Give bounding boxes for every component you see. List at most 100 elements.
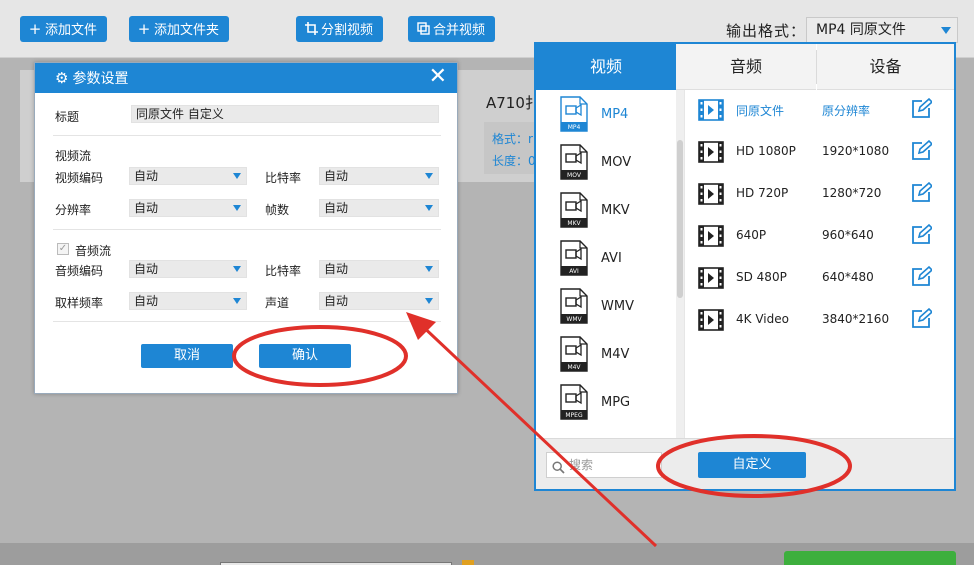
video-file-icon: MPEG xyxy=(560,384,588,420)
output-format-select[interactable]: MP4 同原文件 xyxy=(806,17,958,43)
preset-row[interactable]: 4K Video 3840*2160 xyxy=(698,307,938,333)
split-video-button[interactable]: 分割视频 xyxy=(296,16,384,42)
resolution-value: 自动 xyxy=(134,201,159,215)
dropdown-arrow-icon xyxy=(425,298,433,304)
format-item[interactable]: WMV WMV xyxy=(536,284,676,332)
divider xyxy=(684,90,685,438)
preset-row[interactable]: HD 1080P 1920*1080 xyxy=(698,139,938,165)
divider xyxy=(53,135,441,136)
film-icon xyxy=(698,141,724,163)
audio-bitrate-value: 自动 xyxy=(324,262,349,276)
convert-button[interactable] xyxy=(784,551,956,565)
video-bitrate-select[interactable]: 自动 xyxy=(319,167,439,185)
format-label: MOV xyxy=(601,155,632,170)
search-input[interactable]: 搜索 xyxy=(546,452,662,478)
audio-bitrate-select[interactable]: 自动 xyxy=(319,260,439,278)
title-input[interactable]: 同原文件 自定义 xyxy=(131,105,439,123)
merge-icon xyxy=(416,16,430,42)
edit-icon[interactable] xyxy=(910,266,932,288)
preset-row[interactable]: 640P 960*640 xyxy=(698,223,938,249)
dropdown-arrow-icon xyxy=(233,266,241,272)
video-file-icon: MP4 xyxy=(560,96,588,132)
film-icon xyxy=(698,267,724,289)
format-item[interactable]: MP4 MP4 xyxy=(536,92,676,140)
add-folder-label: 添加文件夹 xyxy=(154,23,220,38)
resolution-label: 分辨率 xyxy=(55,203,92,217)
add-folder-button[interactable]: + 添加文件夹 xyxy=(129,16,230,42)
dropdown-arrow-icon xyxy=(233,205,241,211)
resolution-select[interactable]: 自动 xyxy=(129,199,247,217)
preset-row[interactable]: 同原文件 原分辨率 xyxy=(698,97,938,123)
divider xyxy=(53,229,441,230)
video-file-icon: WMV xyxy=(560,288,588,324)
format-label: MKV xyxy=(601,203,630,218)
preset-row[interactable]: HD 720P 1280*720 xyxy=(698,181,938,207)
format-label: AVI xyxy=(601,251,622,266)
edit-icon[interactable] xyxy=(910,182,932,204)
samplerate-value: 自动 xyxy=(134,294,159,308)
edit-icon[interactable] xyxy=(910,308,932,330)
cancel-button[interactable]: 取消 xyxy=(141,344,233,368)
close-icon[interactable]: ✕ xyxy=(429,66,447,88)
video-file-icon: AVI xyxy=(560,240,588,276)
film-icon xyxy=(698,183,724,205)
search-icon xyxy=(552,458,565,482)
tab-audio[interactable]: 音频 xyxy=(676,44,816,90)
parameter-settings-dialog: ⚙ 参数设置 ✕ 标题 同原文件 自定义 视频流 视频编码 自动 比特率 自动 分… xyxy=(34,62,458,394)
preset-name: HD 1080P xyxy=(736,144,796,158)
confirm-button[interactable]: 确认 xyxy=(259,344,351,368)
edit-icon[interactable] xyxy=(910,140,932,162)
format-list-scrollbar[interactable] xyxy=(676,90,684,438)
divider xyxy=(53,321,441,322)
channel-value: 自动 xyxy=(324,294,349,308)
framerate-value: 自动 xyxy=(324,201,349,215)
edit-icon[interactable] xyxy=(910,224,932,246)
audio-codec-select[interactable]: 自动 xyxy=(129,260,247,278)
format-item[interactable]: MKV MKV xyxy=(536,188,676,236)
format-item[interactable]: AVI AVI xyxy=(536,236,676,284)
search-placeholder: 搜索 xyxy=(569,458,594,472)
format-label: MPG xyxy=(601,395,631,410)
framerate-select[interactable]: 自动 xyxy=(319,199,439,217)
format-item[interactable]: MOV MOV xyxy=(536,140,676,188)
preset-resolution: 640*480 xyxy=(822,270,874,284)
format-icon-text: M4V xyxy=(567,364,581,371)
edit-icon[interactable] xyxy=(910,98,932,120)
format-list: MP4 MP4 MOV MOV MKV MKV AVI AVI WMV WMV M4V M4V MPEG… xyxy=(536,90,676,438)
file-format: 格式：r xyxy=(492,132,533,146)
preset-name: HD 720P xyxy=(736,186,789,200)
channel-select[interactable]: 自动 xyxy=(319,292,439,310)
crop-icon xyxy=(304,16,318,42)
format-label: M4V xyxy=(601,347,630,362)
merge-video-button[interactable]: 合并视频 xyxy=(408,16,496,42)
film-icon xyxy=(698,225,724,247)
scrollbar-thumb[interactable] xyxy=(677,140,683,298)
preset-resolution: 960*640 xyxy=(822,228,874,242)
format-item[interactable]: M4V M4V xyxy=(536,332,676,380)
tab-device[interactable]: 设备 xyxy=(817,44,954,90)
video-codec-select[interactable]: 自动 xyxy=(129,167,247,185)
dialog-title-bar: ⚙ 参数设置 ✕ xyxy=(35,63,457,93)
file-duration: 长度：0 xyxy=(492,154,536,168)
title-value: 同原文件 自定义 xyxy=(136,107,224,121)
dropdown-arrow-icon xyxy=(425,266,433,272)
audio-codec-label: 音频编码 xyxy=(55,264,104,278)
panel-footer: 搜索 自定义 xyxy=(536,438,954,489)
gear-icon: ⚙ xyxy=(55,69,69,87)
preset-row[interactable]: SD 480P 640*480 xyxy=(698,265,938,291)
format-item[interactable]: MPEG MPG xyxy=(536,380,676,428)
format-label: MP4 xyxy=(601,107,629,122)
file-name: A710扌 xyxy=(486,94,540,112)
video-bitrate-value: 自动 xyxy=(324,169,349,183)
samplerate-select[interactable]: 自动 xyxy=(129,292,247,310)
output-format-label: 输出格式： xyxy=(726,22,807,40)
split-video-label: 分割视频 xyxy=(321,23,374,38)
folder-icon[interactable] xyxy=(462,560,474,565)
tab-video[interactable]: 视频 xyxy=(536,44,676,90)
custom-button[interactable]: 自定义 xyxy=(698,452,806,478)
preset-resolution: 1920*1080 xyxy=(822,144,890,158)
format-icon-text: AVI xyxy=(569,268,579,275)
audio-stream-checkbox[interactable]: ✓ xyxy=(57,243,69,255)
preset-resolution: 1280*720 xyxy=(822,186,882,200)
add-file-button[interactable]: + 添加文件 xyxy=(20,16,108,42)
